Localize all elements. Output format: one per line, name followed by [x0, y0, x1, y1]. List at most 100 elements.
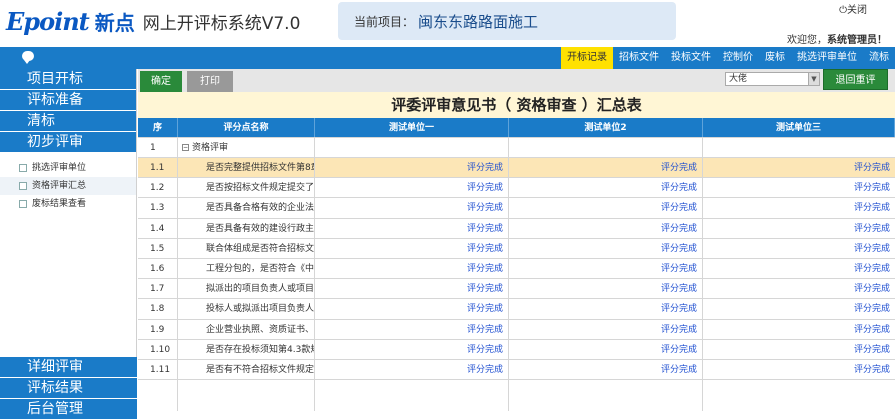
row-no: 1.8	[138, 299, 178, 319]
unit3-status-link[interactable]: 评分完成	[703, 340, 895, 359]
table-row[interactable]: 1.7拟派出的项目负责人或项目技术评分完成评分完成评分完成	[138, 279, 895, 300]
unit3-status-link[interactable]: 评分完成	[703, 158, 895, 177]
welcome-text: 欢迎您，系统管理员！	[787, 31, 887, 46]
section-row: 1 − 资格评审	[138, 138, 895, 158]
unit3-status-link[interactable]: 评分完成	[703, 299, 895, 318]
row-criterion: 投标人或拟派出项目负责人的	[178, 299, 315, 319]
unit3-status-link[interactable]: 评分完成	[703, 320, 895, 339]
confirm-button[interactable]: 确定	[140, 71, 182, 92]
unit1-status-link[interactable]: 评分完成	[315, 339, 509, 359]
table-row[interactable]: 1.9企业营业执照、资质证书、安全评分完成评分完成评分完成	[138, 319, 895, 340]
system-name: 网上开评标系统V7.0	[142, 13, 301, 34]
unit2-status-link[interactable]: 评分完成	[509, 360, 703, 380]
unit1-status-link[interactable]: 评分完成	[315, 198, 509, 218]
nav-tabs: 开标记录 招标文件 投标文件 控制价 废标 挑选评审单位 流标	[561, 47, 895, 69]
sidebar-subitem-qualification-summary[interactable]: 资格评审汇总	[0, 177, 136, 195]
unit1-status-link[interactable]: 评分完成	[315, 279, 509, 299]
minus-square-icon[interactable]: −	[182, 144, 189, 151]
nav-tab-select-units[interactable]: 挑选评审单位	[791, 47, 863, 69]
unit3-status-link[interactable]: 评分完成	[703, 178, 895, 197]
unit2-status-link[interactable]: 评分完成	[509, 299, 703, 319]
unit2-status-link[interactable]: 评分完成	[509, 339, 703, 359]
table-row[interactable]: 1.10是否存在投标须知第4.3款规定评分完成评分完成评分完成	[138, 339, 895, 360]
reviewer-select-value: 大佬	[729, 74, 748, 84]
unit2-status-link[interactable]: 评分完成	[509, 279, 703, 299]
return-review-button[interactable]: 退回重评	[823, 69, 888, 90]
unit1-status-link[interactable]: 评分完成	[315, 299, 509, 319]
sidebar-item-bid-clearing[interactable]: 清标	[0, 111, 136, 132]
report-title: 评委评审意见书（ 资格审查 ）汇总表	[138, 92, 895, 118]
row-criterion: 是否具备合格有效的企业法人营	[178, 198, 315, 218]
unit2-status-link[interactable]: 评分完成	[509, 238, 703, 258]
unit1-status-link[interactable]: 评分完成	[315, 218, 509, 238]
table-row[interactable]: 1.6工程分包的，是否符合《中华人评分完成评分完成评分完成	[138, 259, 895, 280]
reviewer-select[interactable]: 大佬 ▼	[725, 72, 820, 86]
sidebar-item-detailed-review[interactable]: 详细评审	[0, 357, 137, 378]
row-criterion: 是否具备有效的建设行政主管部	[178, 218, 315, 238]
row-no: 1.6	[138, 259, 178, 279]
power-icon: ⏻	[839, 5, 847, 16]
print-button[interactable]: 打印	[187, 71, 233, 92]
current-project-box: 当前项目： 闽东东路路面施工	[338, 2, 676, 40]
row-criterion: 拟派出的项目负责人或项目技术	[178, 279, 315, 299]
unit1-status-link[interactable]: 评分完成	[315, 158, 509, 178]
unit2-status-link[interactable]: 评分完成	[509, 259, 703, 279]
table-row[interactable]: 1.5联合体组成是否符合招标文件规评分完成评分完成评分完成	[138, 238, 895, 259]
toolbar: 确定 打印 大佬 ▼ 退回重评	[138, 69, 895, 92]
sidebar-item-admin[interactable]: 后台管理	[0, 399, 137, 420]
subitem-label: 废标结果查看	[32, 199, 87, 209]
table-filler	[138, 380, 895, 411]
unit1-status-link[interactable]: 评分完成	[315, 360, 509, 380]
table-row[interactable]: 1.2是否按招标文件规定提交了投标评分完成评分完成评分完成	[138, 178, 895, 199]
unit2-status-link[interactable]: 评分完成	[509, 319, 703, 339]
unit2-status-link[interactable]: 评分完成	[509, 158, 703, 178]
nav-tab-failed-bid[interactable]: 流标	[863, 47, 895, 69]
sidebar-item-evaluation-result[interactable]: 评标结果	[0, 378, 137, 399]
nav-tab-tender-doc[interactable]: 招标文件	[613, 47, 665, 69]
close-button[interactable]: ⏻关闭	[839, 1, 867, 16]
unit3-status-link[interactable]: 评分完成	[703, 219, 895, 238]
sidebar-subitem-select-units[interactable]: 挑选评审单位	[0, 159, 136, 177]
row-no: 1.11	[138, 360, 178, 380]
unit2-status-link[interactable]: 评分完成	[509, 218, 703, 238]
unit3-status-link[interactable]: 评分完成	[703, 279, 895, 298]
sidebar-item-preliminary-review[interactable]: 初步评审	[0, 132, 136, 153]
unit1-status-link[interactable]: 评分完成	[315, 238, 509, 258]
brand-logo: Epoint	[6, 6, 90, 36]
chat-bubble-icon[interactable]	[22, 51, 34, 64]
sidebar-item-project-opening[interactable]: 项目开标	[0, 69, 136, 90]
top-nav-bar: 开标记录 招标文件 投标文件 控制价 废标 挑选评审单位 流标	[0, 47, 895, 69]
table-row[interactable]: 1.1 是否完整提供招标文件第8章 评分完成 评分完成 评分完成	[138, 158, 895, 179]
table-row[interactable]: 1.11是否有不符合招标文件规定的重评分完成评分完成评分完成	[138, 360, 895, 381]
brand-cn: 新点	[94, 10, 135, 35]
sidebar-subitem-invalid-results[interactable]: 废标结果查看	[0, 195, 136, 213]
unit1-status-link[interactable]: 评分完成	[315, 259, 509, 279]
row-criterion: 联合体组成是否符合招标文件规	[178, 238, 315, 258]
unit1-status-link[interactable]: 评分完成	[315, 178, 509, 198]
unit1-status-link[interactable]: 评分完成	[315, 319, 509, 339]
table-row[interactable]: 1.8 投标人或拟派出项目负责人的 评分完成 评分完成 评分完成	[138, 299, 895, 320]
table-row[interactable]: 1.4是否具备有效的建设行政主管部评分完成评分完成评分完成	[138, 218, 895, 239]
nav-tab-bid-doc[interactable]: 投标文件	[665, 47, 717, 69]
unit2-status-link[interactable]: 评分完成	[509, 198, 703, 218]
unit3-status-link[interactable]: 评分完成	[703, 259, 895, 278]
table-row[interactable]: 1.3是否具备合格有效的企业法人营评分完成评分完成评分完成	[138, 198, 895, 219]
unit3-status-link[interactable]: 评分完成	[703, 239, 895, 258]
app-header: Epoint 新点 网上开评标系统V7.0 当前项目： 闽东东路路面施工 ⏻关闭…	[0, 0, 895, 47]
nav-tab-invalid-bid[interactable]: 废标	[759, 47, 791, 69]
sidebar-item-bid-preparation[interactable]: 评标准备	[0, 90, 136, 111]
project-name: 闽东东路路面施工	[418, 12, 539, 31]
unit3-status-link[interactable]: 评分完成	[703, 198, 895, 217]
unit2-status-link[interactable]: 评分完成	[509, 178, 703, 198]
logo: Epoint 新点 网上开评标系统V7.0	[6, 6, 300, 36]
col-header-no: 序	[138, 118, 178, 137]
row-no: 1.5	[138, 238, 178, 258]
user-name: 系统管理员！	[827, 35, 887, 46]
row-no: 1.4	[138, 218, 178, 238]
row-no: 1.3	[138, 198, 178, 218]
nav-tab-opening-record[interactable]: 开标记录	[561, 47, 613, 69]
nav-tab-control-price[interactable]: 控制价	[717, 47, 759, 69]
section-label: 资格评审	[192, 143, 229, 153]
unit3-status-link[interactable]: 评分完成	[703, 360, 895, 379]
doc-icon	[19, 200, 27, 208]
